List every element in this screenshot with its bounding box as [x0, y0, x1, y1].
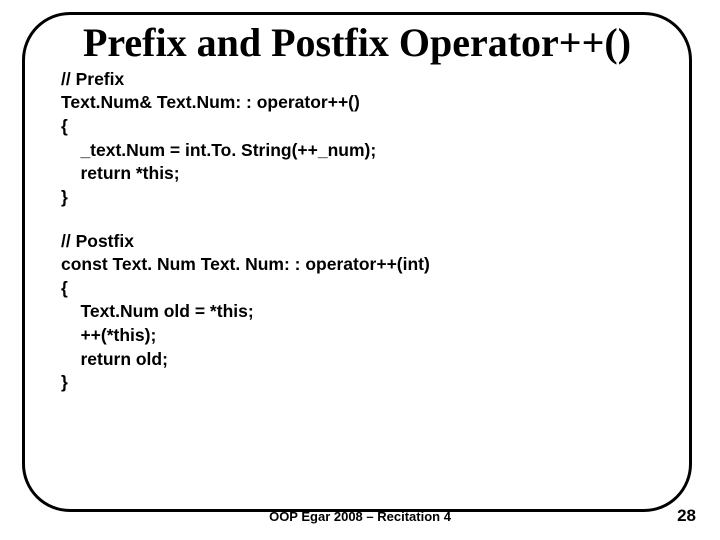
code-line: _text.Num = int.To. String(++_num);	[61, 140, 376, 160]
code-line: // Postfix	[61, 231, 134, 251]
code-line: return *this;	[61, 163, 180, 183]
code-line: const Text. Num Text. Num: : operator++(…	[61, 254, 430, 274]
slide-footer: OOP Egar 2008 – Recitation 4	[0, 509, 720, 524]
code-line: return old;	[61, 349, 168, 369]
code-postfix-block: // Postfix const Text. Num Text. Num: : …	[61, 230, 659, 395]
code-line: {	[61, 278, 68, 298]
slide-title: Prefix and Postfix Operator++()	[55, 21, 659, 66]
slide-frame: Prefix and Postfix Operator++() // Prefi…	[22, 12, 692, 512]
code-line: ++(*this);	[61, 325, 156, 345]
code-line: {	[61, 116, 68, 136]
code-line: Text.Num& Text.Num: : operator++()	[61, 92, 360, 112]
code-prefix-block: // Prefix Text.Num& Text.Num: : operator…	[61, 68, 659, 210]
code-line: }	[61, 372, 68, 392]
code-line: Text.Num old = *this;	[61, 301, 254, 321]
spacer	[55, 210, 659, 230]
code-line: }	[61, 187, 68, 207]
code-line: // Prefix	[61, 69, 124, 89]
page-number: 28	[677, 506, 696, 526]
